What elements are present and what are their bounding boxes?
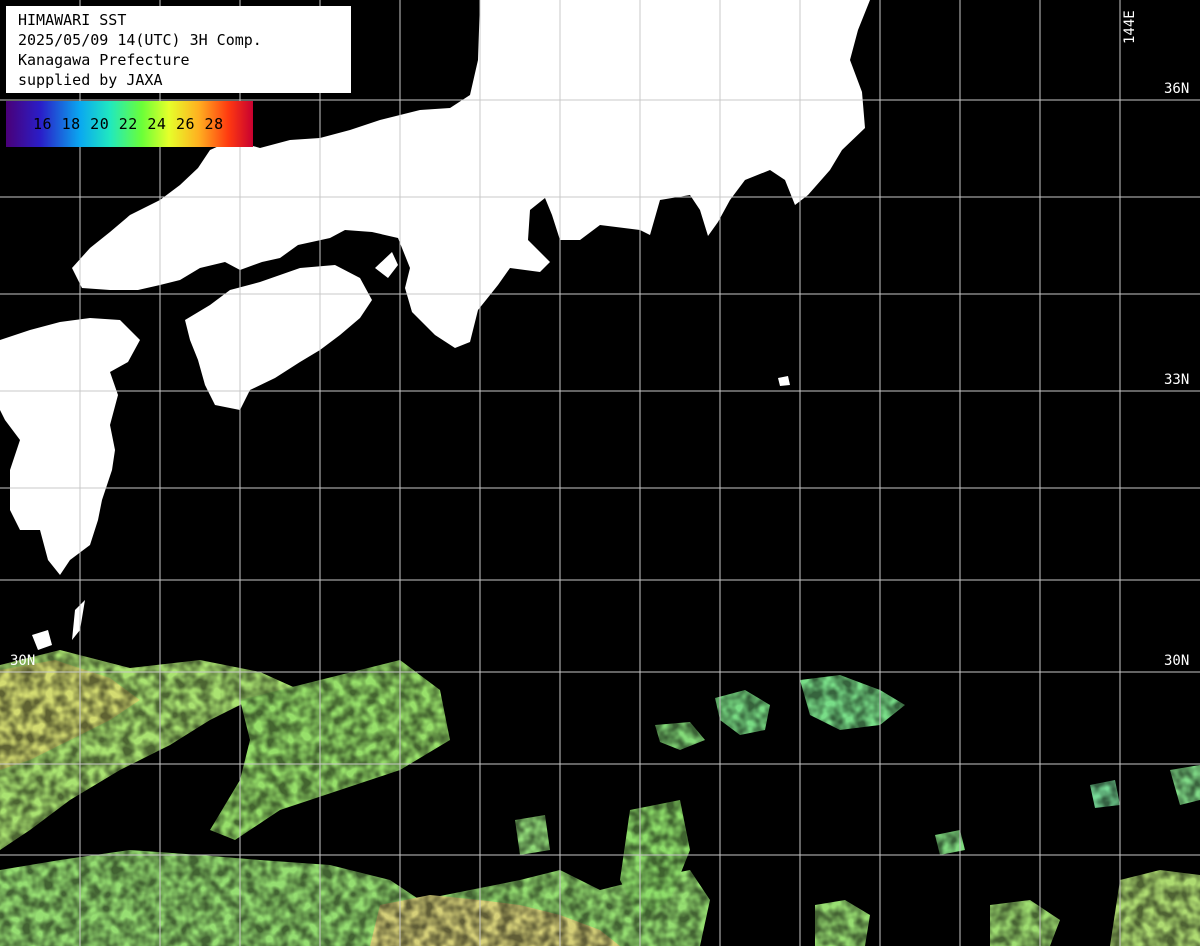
land-kyushu bbox=[0, 318, 140, 575]
lat-label-30n-right: 30N bbox=[1164, 653, 1190, 669]
cloud-speckle-mask bbox=[0, 640, 1200, 946]
lat-label-30n-left: 30N bbox=[10, 653, 36, 669]
legend-tick-labels: 16 18 20 22 24 26 28 bbox=[33, 115, 224, 133]
title-product: HIMAWARI SST bbox=[18, 11, 127, 29]
title-datetime: 2025/05/09 14(UTC) 3H Comp. bbox=[18, 31, 262, 49]
title-box: HIMAWARI SST 2025/05/09 14(UTC) 3H Comp.… bbox=[6, 6, 351, 93]
lat-label-33-left: 33 bbox=[8, 372, 25, 388]
sst-data-layer bbox=[0, 640, 1200, 946]
lon-label-136e: 136E bbox=[482, 10, 498, 44]
lat-label-36n: 36N bbox=[1164, 81, 1190, 97]
lon-label-144e: 144E bbox=[1122, 10, 1138, 44]
title-credit: supplied by JAXA bbox=[18, 71, 163, 89]
land-layer bbox=[0, 0, 870, 650]
title-region: Kanagawa Prefecture bbox=[18, 51, 190, 69]
land-izu-islet bbox=[778, 376, 790, 386]
land-awaji bbox=[375, 252, 398, 278]
lat-label-33n-right: 33N bbox=[1164, 372, 1190, 388]
land-tanegashima bbox=[72, 600, 85, 640]
land-shikoku bbox=[185, 265, 372, 410]
temperature-legend: 16 18 20 22 24 26 28 bbox=[6, 101, 253, 147]
